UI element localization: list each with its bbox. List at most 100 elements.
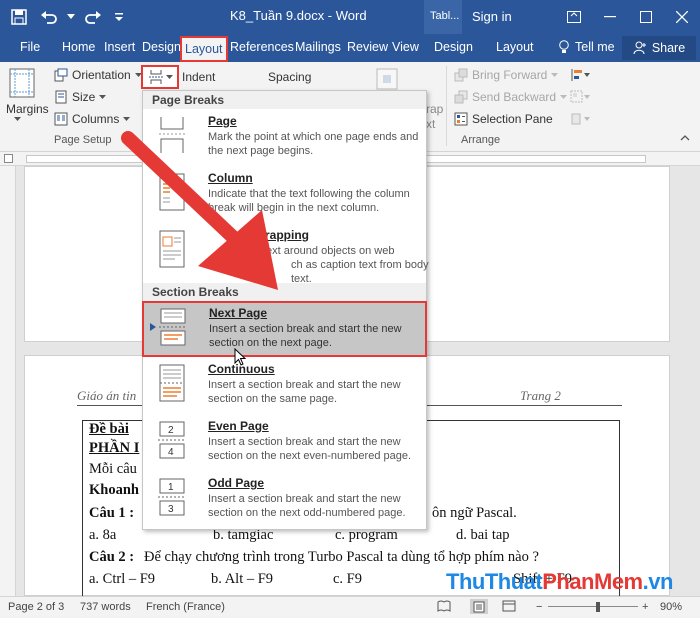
doc-text-khoanh: Khoanh: [89, 482, 139, 498]
tab-selector-icon[interactable]: [4, 154, 13, 163]
menu-item-even-page-break[interactable]: 24 Even Page Insert a section break and …: [143, 416, 426, 472]
doc-text-opt2-a: a. Ctrl – F9: [89, 571, 156, 587]
undo-dropdown-icon[interactable]: [66, 5, 76, 29]
menu-item-description: Insert a section break and start the new…: [208, 493, 406, 519]
menu-item-column-break[interactable]: Column Indicate that the text following …: [143, 168, 426, 224]
menu-item-page-break[interactable]: Page Mark the point at which one page en…: [143, 111, 426, 167]
share-button[interactable]: Share: [622, 36, 696, 60]
chevron-down-icon: [99, 94, 107, 99]
size-button[interactable]: Size: [54, 90, 107, 104]
person-add-icon: [633, 41, 646, 55]
svg-text:3: 3: [168, 504, 174, 515]
tab-home[interactable]: Home: [62, 40, 95, 54]
lightbulb-icon: [559, 40, 569, 53]
menu-item-title: Next Page: [209, 306, 268, 320]
language-status[interactable]: French (France): [146, 601, 225, 613]
bring-forward-label: Bring Forward: [472, 68, 548, 82]
send-backward-label: Send Backward: [472, 90, 557, 104]
menu-item-text-wrapping-break[interactable]: rapping text around objects on web ch as…: [143, 225, 429, 285]
selection-pane-button[interactable]: Selection Pane: [454, 112, 553, 126]
page-setup-group-label: Page Setup: [54, 134, 112, 146]
margins-chevron-icon: [14, 117, 21, 122]
word-count-status[interactable]: 737 words: [80, 601, 131, 613]
minimize-icon[interactable]: [592, 0, 628, 34]
quick-access-toolbar: [6, 5, 128, 29]
status-bar: Page 2 of 3 737 words French (France) − …: [0, 596, 700, 618]
maximize-icon[interactable]: [628, 0, 664, 34]
close-icon[interactable]: [664, 0, 700, 34]
undo-icon[interactable]: [36, 5, 62, 29]
margins-button[interactable]: Margins: [6, 102, 49, 116]
bring-forward-button[interactable]: Bring Forward: [454, 68, 559, 82]
tab-layout[interactable]: Layout: [180, 36, 228, 62]
selection-pane-label: Selection Pane: [472, 112, 553, 126]
menu-item-title: Odd Page: [208, 476, 265, 490]
table-tools-context-tab: Tabl...: [424, 0, 462, 34]
tab-insert[interactable]: Insert: [104, 40, 135, 54]
svg-text:1: 1: [168, 482, 174, 493]
breaks-button[interactable]: [141, 65, 179, 89]
chevron-down-icon: [551, 72, 559, 77]
breaks-dropdown-menu: Page Breaks Page Mark the point at which…: [142, 90, 429, 530]
zoom-in-icon[interactable]: +: [642, 601, 648, 613]
position-icon: [376, 68, 398, 90]
tab-design[interactable]: Design: [142, 40, 181, 54]
collapse-ribbon-icon[interactable]: [680, 134, 690, 141]
menu-item-description: Insert a section break and start the new…: [208, 436, 412, 462]
tab-view[interactable]: View: [392, 40, 419, 54]
selection-pane-icon: [454, 112, 468, 126]
tell-me-box[interactable]: Tell me: [558, 40, 615, 54]
page-setup-launcher-icon[interactable]: [124, 136, 132, 144]
wrap-text-partial-label-2: xt: [426, 117, 436, 131]
watermark-part-3: .vn: [642, 569, 674, 594]
next-page-break-icon: [159, 308, 187, 346]
page-breaks-heading: Page Breaks: [143, 91, 426, 109]
doc-text-de-bai: Đề bài: [89, 421, 129, 437]
redo-icon[interactable]: [80, 5, 106, 29]
rotate-icon[interactable]: [570, 112, 590, 126]
ribbon-tab-row: File Home Insert Design Layout Reference…: [0, 34, 700, 62]
doc-text-opt2-c: c. F9: [333, 571, 362, 587]
tab-review[interactable]: Review: [347, 40, 388, 54]
save-icon[interactable]: [6, 5, 32, 29]
zoom-slider[interactable]: [548, 606, 638, 607]
web-layout-icon[interactable]: [502, 600, 516, 615]
zoom-out-icon[interactable]: −: [536, 601, 542, 613]
menu-item-next-page-break[interactable]: Next Page Insert a section break and sta…: [142, 301, 427, 357]
print-layout-icon[interactable]: [470, 599, 488, 614]
read-mode-icon[interactable]: [437, 600, 451, 615]
header-page-number: Trang 2: [520, 388, 561, 403]
bring-forward-icon: [454, 68, 468, 82]
odd-page-break-icon: 13: [158, 478, 186, 516]
page-count-status[interactable]: Page 2 of 3: [8, 601, 64, 613]
menu-item-odd-page-break[interactable]: 13 Odd Page Insert a section break and s…: [143, 473, 426, 529]
vertical-ruler[interactable]: [0, 166, 16, 596]
document-title: K8_Tuần 9.docx - Word: [230, 8, 367, 23]
ribbon-display-options-icon[interactable]: [556, 0, 592, 34]
align-icon[interactable]: [570, 68, 590, 82]
tab-file[interactable]: File: [20, 40, 40, 54]
menu-item-description: text around objects on web: [263, 245, 395, 257]
tab-references[interactable]: References: [230, 40, 294, 54]
header-left-text: Giáo án tin: [77, 388, 137, 403]
zoom-slider-thumb[interactable]: [596, 602, 600, 612]
menu-item-title: Even Page: [208, 419, 269, 433]
continuous-break-icon: [159, 364, 185, 402]
size-icon: [55, 90, 67, 104]
tab-table-layout[interactable]: Layout: [496, 40, 534, 54]
customize-qat-icon[interactable]: [110, 5, 128, 29]
columns-button[interactable]: Columns: [54, 112, 131, 126]
send-backward-button[interactable]: Send Backward: [454, 90, 568, 104]
chevron-down-icon: [123, 116, 131, 121]
orientation-button[interactable]: Orientation: [54, 68, 142, 82]
menu-item-continuous-break[interactable]: Continuous Insert a section break and st…: [143, 359, 426, 415]
spacing-label: Spacing: [268, 70, 312, 84]
doc-text-cau1-tail: ôn ngữ Pascal.: [432, 505, 517, 521]
group-icon[interactable]: [570, 90, 590, 104]
menu-item-description: Insert a section break and start the new…: [209, 323, 402, 349]
tab-table-design[interactable]: Design: [434, 40, 473, 54]
tab-mailings[interactable]: Mailings: [295, 40, 341, 54]
sign-in-link[interactable]: Sign in: [472, 9, 512, 24]
zoom-level[interactable]: 90%: [660, 601, 682, 613]
margins-icon[interactable]: [9, 68, 35, 98]
